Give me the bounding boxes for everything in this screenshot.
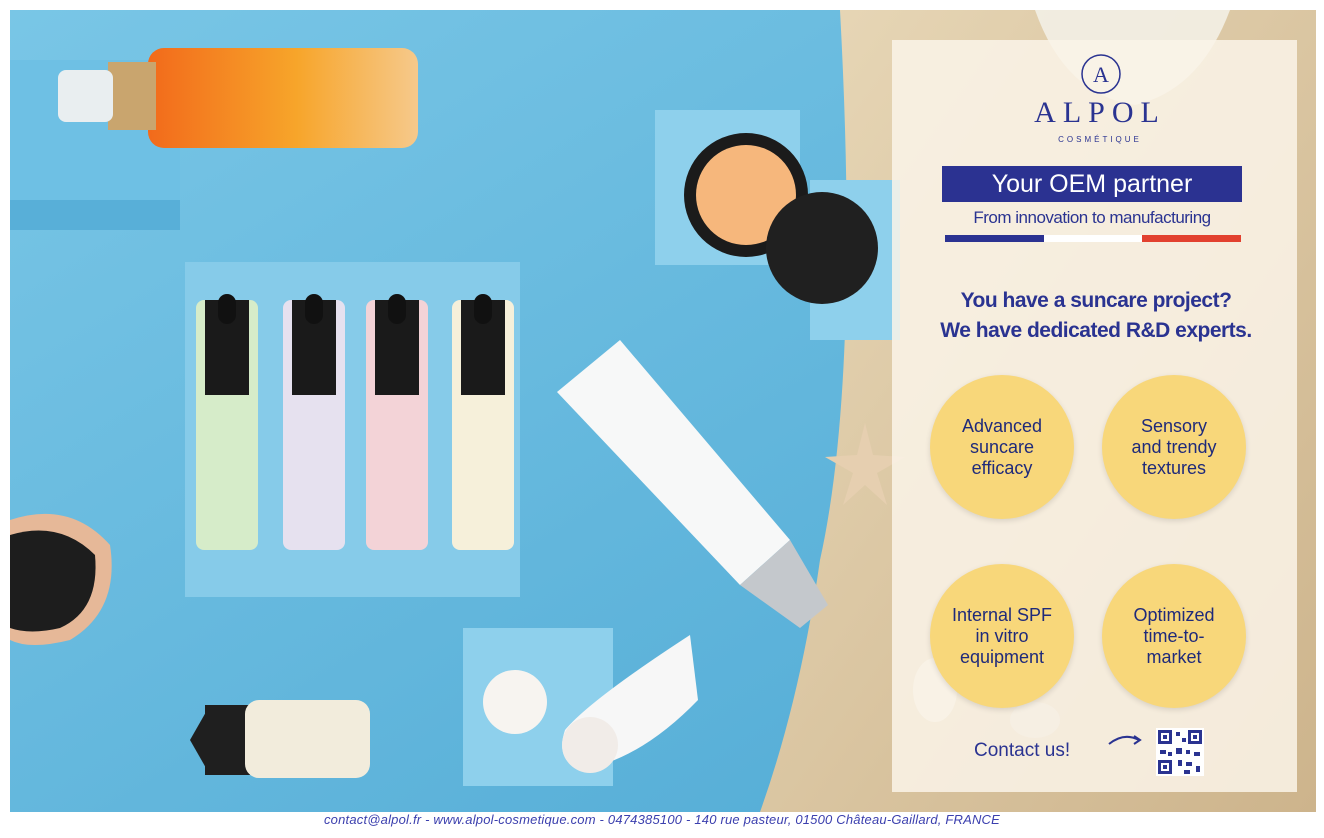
feature-circle-time-to-market: Optimized time-to- market	[1102, 564, 1246, 708]
feature-circle-textures: Sensory and trendy textures	[1102, 375, 1246, 519]
curved-arrow-icon	[1108, 735, 1142, 745]
french-flag-stripe	[945, 235, 1242, 242]
project-line-2: We have dedicated R&D experts.	[940, 319, 1252, 342]
brand-tagline: COSMÉTIQUE	[1058, 135, 1142, 144]
brand-name: ALPOL	[1034, 96, 1166, 129]
headline-subtitle: From innovation to manufacturing	[973, 208, 1211, 227]
alpol-logo-icon: A	[1081, 54, 1121, 94]
svg-text:A: A	[1093, 62, 1109, 87]
project-line-1: You have a suncare project?	[960, 289, 1232, 312]
contact-us-label[interactable]: Contact us!	[974, 740, 1070, 762]
feature-circle-spf-equipment: Internal SPF in vitro equipment	[930, 564, 1074, 708]
qr-code-icon[interactable]	[1156, 728, 1204, 776]
headline-banner: Your OEM partner	[942, 166, 1242, 202]
project-pitch: You have a suncare project? We have dedi…	[898, 286, 1294, 346]
footer-contact-line: contact@alpol.fr - www.alpol-cosmetique.…	[323, 812, 1001, 827]
advertisement: A ALPOL COSMÉTIQUE Your OEM partner From…	[0, 0, 1324, 838]
feature-circle-suncare-efficacy: Advanced suncare efficacy	[930, 375, 1074, 519]
